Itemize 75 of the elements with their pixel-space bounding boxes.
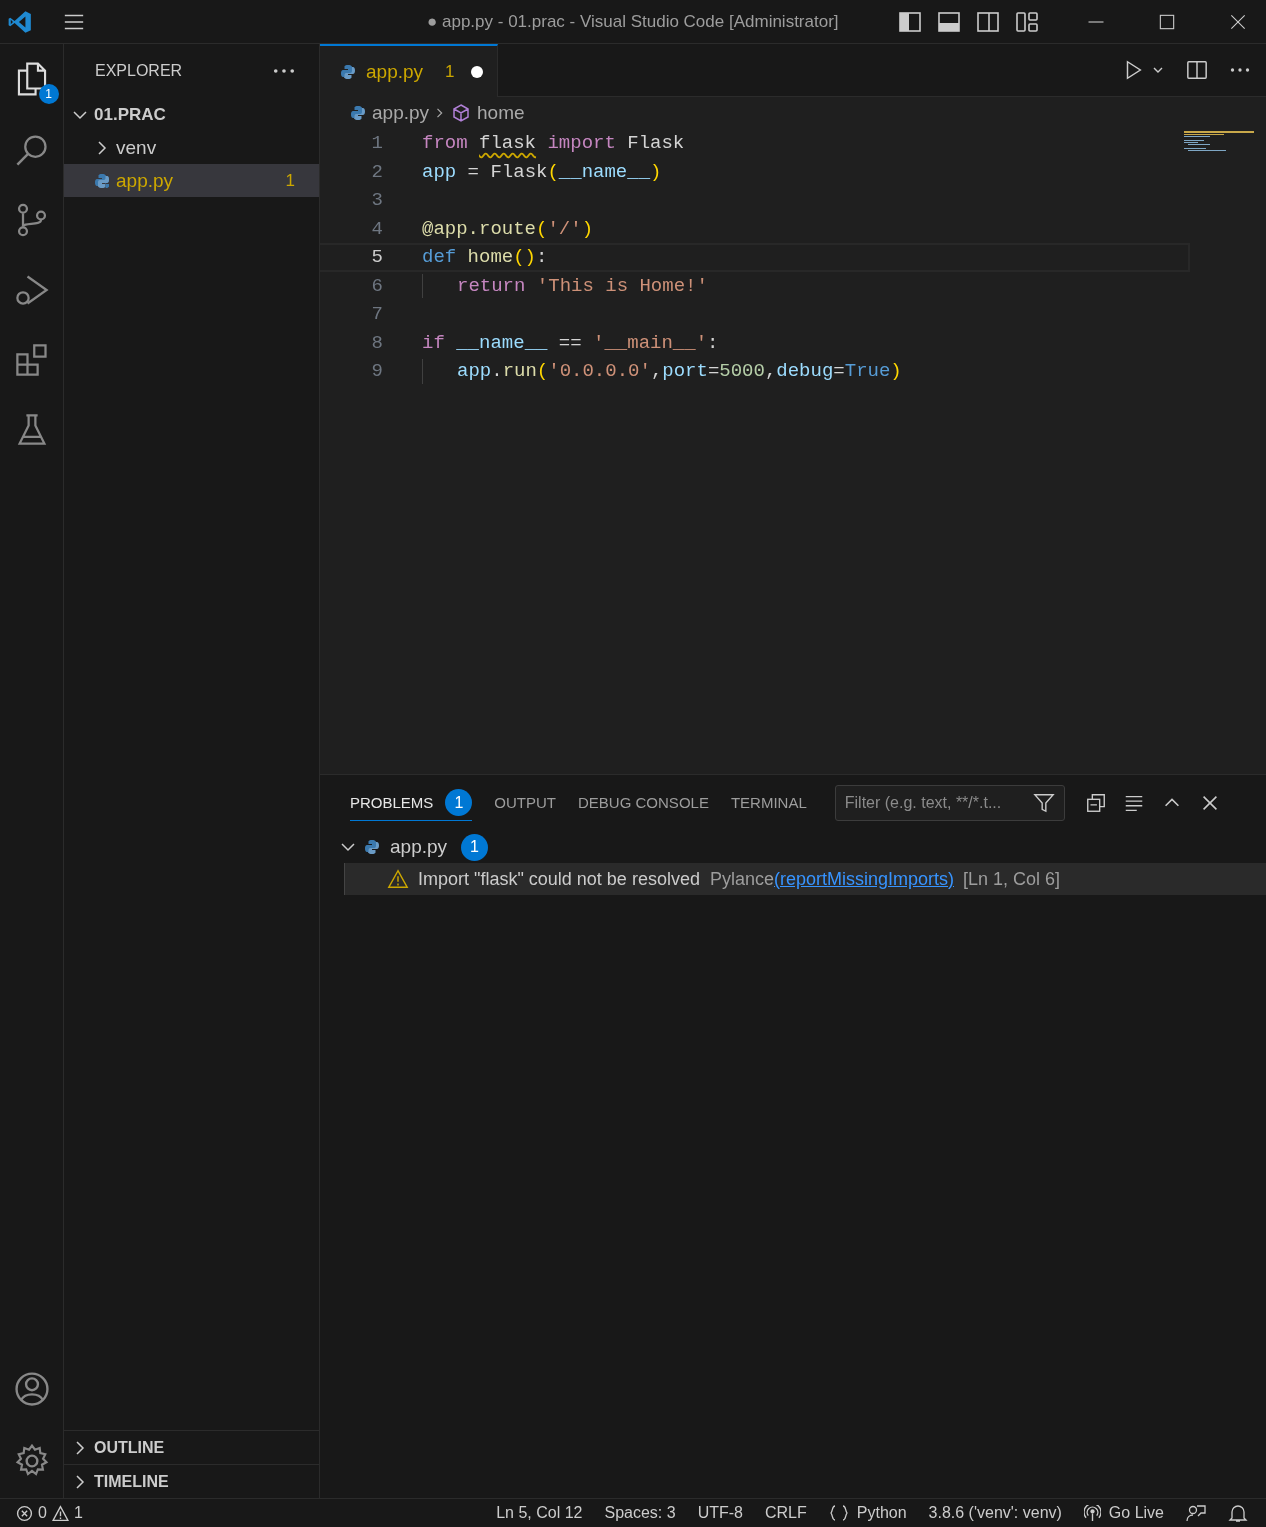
sidebar-title: EXPLORER: [95, 62, 183, 80]
line-number: 2: [370, 160, 383, 183]
panel-tab[interactable]: TERMINAL: [730, 785, 807, 821]
indentation-status[interactable]: Spaces: 3: [604, 1504, 676, 1522]
braces-icon: [828, 1505, 849, 1521]
problem-file[interactable]: app.py 1: [320, 831, 1266, 863]
python-file-icon: [350, 105, 366, 121]
line-number: 9: [370, 360, 383, 383]
section-header[interactable]: OUTLINE: [64, 1430, 319, 1464]
line-number: 5: [370, 246, 383, 269]
interpreter-status[interactable]: 3.8.6 ('venv': venv): [928, 1504, 1062, 1522]
problems-status[interactable]: 0 1: [16, 1504, 83, 1522]
line-number: 8: [370, 331, 383, 354]
split-editor-icon[interactable]: [1186, 59, 1208, 81]
filter-field[interactable]: Filter (e.g. text, **/*.t...: [834, 785, 1065, 821]
breadcrumb-item[interactable]: app.py: [372, 102, 430, 124]
line-number: 6: [370, 274, 383, 297]
line-number: 1: [370, 132, 383, 155]
unsaved-dot-icon: [470, 65, 483, 78]
code-line: from flask import Flask: [422, 132, 685, 155]
line-number: 4: [370, 217, 383, 240]
app-logo-icon: [7, 8, 33, 35]
warning-count: 1: [73, 1504, 83, 1522]
extensions-icon[interactable]: [13, 342, 50, 378]
go-live-status[interactable]: Go Live: [1108, 1504, 1164, 1522]
filter-icon[interactable]: [1032, 792, 1055, 814]
toggle-secondary-sidebar-icon[interactable]: [976, 9, 1000, 34]
error-icon: [16, 1504, 33, 1522]
cursor-position[interactable]: Ln 5, Col 12: [496, 1504, 583, 1522]
code-line: app = Flask(__name__): [422, 160, 662, 183]
breadcrumb-item[interactable]: home: [477, 102, 525, 124]
notification-badge: 1: [38, 84, 59, 104]
more-icon[interactable]: [273, 67, 295, 75]
broadcast-icon: [1083, 1504, 1101, 1522]
warning-icon: [387, 868, 409, 890]
cube-icon: [451, 103, 472, 123]
python-file-icon: [94, 172, 110, 189]
code-line: app.run('0.0.0.0',port=5000,debug=True): [457, 360, 902, 383]
code-line: if __name__ == '__main__':: [422, 331, 719, 354]
code-line: @app.route('/'): [422, 217, 594, 240]
panel-tab[interactable]: OUTPUT: [494, 785, 557, 821]
section-header[interactable]: TIMELINE: [64, 1464, 319, 1498]
more-icon[interactable]: [1230, 66, 1250, 74]
feedback-icon[interactable]: [1186, 1503, 1206, 1523]
code-line: def home():: [422, 246, 548, 269]
python-file-icon: [340, 63, 356, 80]
code-line: return 'This is Home!': [457, 274, 708, 297]
indent-guide: [422, 359, 423, 384]
indent-guide: [422, 273, 423, 298]
line-number: 7: [370, 303, 383, 326]
panel-tab[interactable]: PROBLEMS 1: [350, 785, 473, 821]
tree-file[interactable]: app.py 1: [64, 164, 319, 197]
problem-message[interactable]: Import "flask" could not be resolved: [418, 868, 700, 890]
tree-folder[interactable]: venv: [64, 131, 319, 164]
problem-location: [Ln 1, Col 6]: [963, 868, 1061, 890]
encoding-status[interactable]: UTF-8: [697, 1504, 743, 1522]
toggle-sidebar-icon[interactable]: [898, 9, 922, 34]
editor-tab[interactable]: app.py 1: [320, 44, 498, 97]
language-status[interactable]: Python: [856, 1504, 907, 1522]
toggle-panel-icon[interactable]: [937, 9, 961, 34]
problem-code-link[interactable]: (reportMissingImports): [773, 868, 954, 890]
layout-icon[interactable]: [1015, 9, 1039, 34]
problem-source: Pylance: [709, 868, 774, 890]
error-count: 0: [38, 1504, 47, 1522]
account-icon[interactable]: [12, 1370, 51, 1408]
python-file-icon: [364, 839, 380, 855]
bell-icon[interactable]: [1228, 1503, 1248, 1523]
warning-icon: [51, 1504, 69, 1522]
panel-tab[interactable]: DEBUG CONSOLE: [578, 785, 709, 821]
window-title: ● app.py - 01.prac - Visual Studio Code [Administrator]: [427, 11, 839, 32]
minimap[interactable]: [1184, 131, 1254, 154]
collapse-all-icon[interactable]: [1084, 792, 1107, 814]
line-ending-status[interactable]: CRLF: [765, 1504, 807, 1522]
tree-folder[interactable]: 01.PRAC: [64, 98, 319, 131]
line-number: 3: [370, 189, 383, 212]
